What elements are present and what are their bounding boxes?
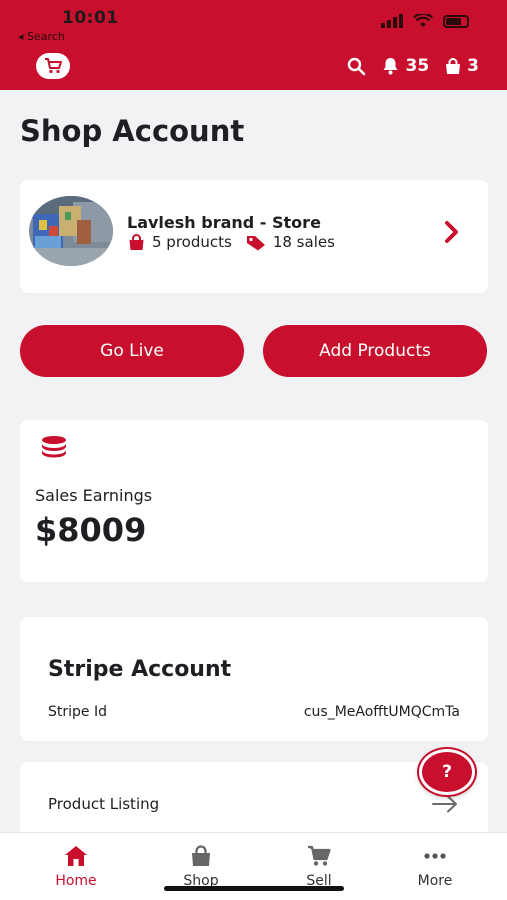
shop-cart-button[interactable] [36,53,70,79]
add-products-button[interactable]: Add Products [263,325,487,377]
tab-sell[interactable]: Sell [274,843,364,889]
stripe-account-title: Stripe Account [48,657,232,682]
bag-count: 3 [467,56,479,76]
stripe-account-card: Stripe Account Stripe Id cus_MeAofftUMQC… [20,617,488,741]
cart-icon [45,58,62,74]
store-card[interactable]: Lavlesh brand - Store 5 products 18 sale… [20,180,488,293]
header: 10:01 ◂ Search 35 3 [0,0,507,90]
sales-earnings-value: $8009 [35,511,147,549]
chevron-right-icon[interactable] [444,220,460,244]
header-actions: 35 3 [331,56,479,76]
bell-icon [383,58,398,75]
search-icon [348,57,366,75]
notifications-count: 35 [405,56,430,76]
go-live-button[interactable]: Go Live [20,325,244,377]
bag-icon [446,57,461,74]
notifications-button[interactable]: 35 [382,56,429,76]
search-button[interactable] [347,57,366,76]
bag-button[interactable]: 3 [445,56,479,76]
product-listing-row[interactable]: Product Listing [20,762,488,842]
home-indicator [164,886,344,891]
tag-icon [246,235,265,250]
tab-home-label: Home [55,873,97,889]
sales-earnings-card: Sales Earnings $8009 [20,420,488,582]
products-stat: 5 products [128,233,232,251]
bag-icon [192,845,210,866]
battery-icon [443,14,469,28]
stripe-id-label: Stripe Id [48,704,107,720]
system-status-icons [381,14,469,28]
sales-count-text: 18 sales [272,233,335,251]
arrow-right-icon [432,795,457,813]
status-time: 10:01 [62,8,119,28]
shopping-bag-icon [129,233,144,250]
store-name: Lavlesh brand - Store [127,213,321,232]
cellular-signal-icon [381,14,403,28]
coins-stack-icon [42,436,66,458]
stripe-id-value: cus_MeAofftUMQCmTa [303,704,460,720]
sales-earnings-label: Sales Earnings [35,486,153,505]
cart-icon [308,845,331,866]
wifi-icon [413,14,433,27]
store-avatar [29,196,113,266]
tab-more[interactable]: More [390,843,480,889]
store-stats: 5 products 18 sales [128,233,349,251]
home-icon [65,846,87,866]
sales-stat: 18 sales [246,233,335,251]
more-icon [424,853,446,859]
page-title: Shop Account [20,114,245,148]
help-button[interactable]: ? [419,749,475,795]
products-count-text: 5 products [152,233,232,251]
tab-more-label: More [417,873,453,889]
tab-home[interactable]: Home [31,843,121,889]
back-to-search-link[interactable]: ◂ Search [18,30,65,43]
product-listing-label: Product Listing [48,795,160,813]
tab-shop[interactable]: Shop [156,843,246,889]
